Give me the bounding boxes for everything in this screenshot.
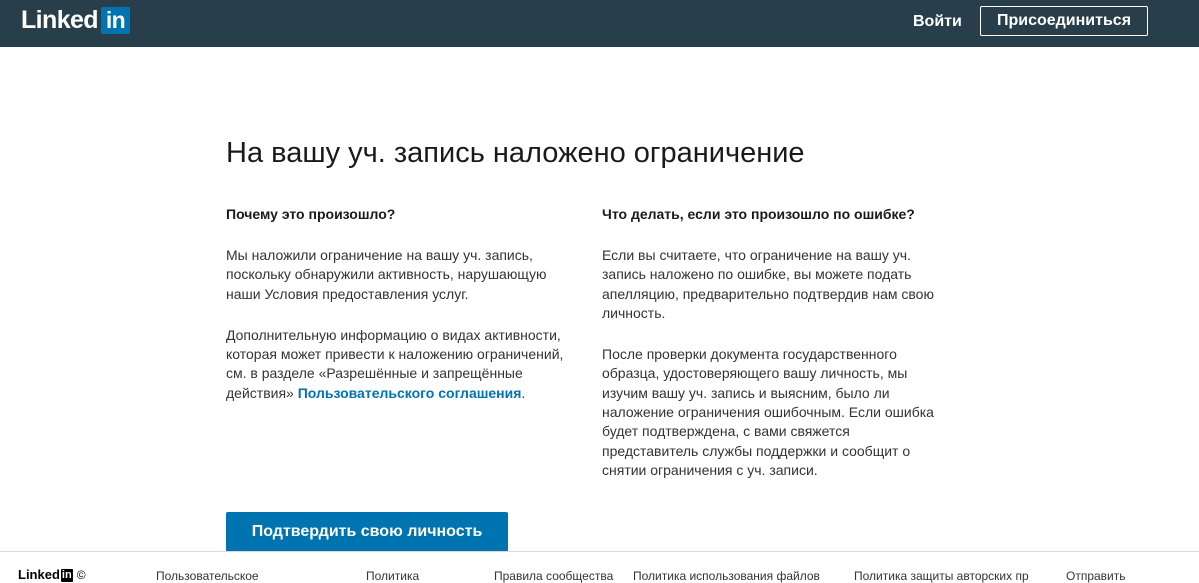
mistake-paragraph-2: После проверки документа государственног… xyxy=(602,346,934,478)
mistake-section: Что делать, если это произошло по ошибке… xyxy=(602,204,942,502)
footer-copyright: © xyxy=(76,568,86,582)
footer: Linked in © Пользовательское Политика Пр… xyxy=(0,551,1199,583)
mistake-heading: Что делать, если это произошло по ошибке… xyxy=(602,206,915,222)
why-paragraph-1: Мы наложили ограничение на вашу уч. запи… xyxy=(226,247,547,302)
why-paragraph-2-end: . xyxy=(521,384,526,401)
why-paragraph-2: Дополнительную информацию о видах активн… xyxy=(226,326,566,403)
why-heading: Почему это произошло? xyxy=(226,206,396,222)
why-section: Почему это произошло? Мы наложили ограни… xyxy=(226,204,566,425)
sign-in-link[interactable]: Войти xyxy=(913,12,962,32)
verify-identity-button[interactable]: Подтвердить свою личность xyxy=(226,512,508,552)
logo-in-icon: in xyxy=(100,7,130,34)
join-button[interactable]: Присоединиться xyxy=(980,6,1148,36)
page-title: На вашу уч. запись наложено ограничение xyxy=(226,137,805,169)
footer-logo-in-icon: in xyxy=(60,568,73,582)
footer-logo-wordmark: Linked xyxy=(18,567,60,582)
top-navigation-bar: Linked in Войти Присоединиться xyxy=(0,0,1199,47)
user-agreement-link[interactable]: Пользовательского соглашения xyxy=(298,385,522,401)
footer-linkedin-logo[interactable]: Linked in © xyxy=(18,567,86,583)
mistake-paragraph-1: Если вы считаете, что ограничение на ваш… xyxy=(602,247,934,321)
linkedin-logo[interactable]: Linked in xyxy=(21,7,130,34)
logo-wordmark: Linked xyxy=(21,6,99,34)
